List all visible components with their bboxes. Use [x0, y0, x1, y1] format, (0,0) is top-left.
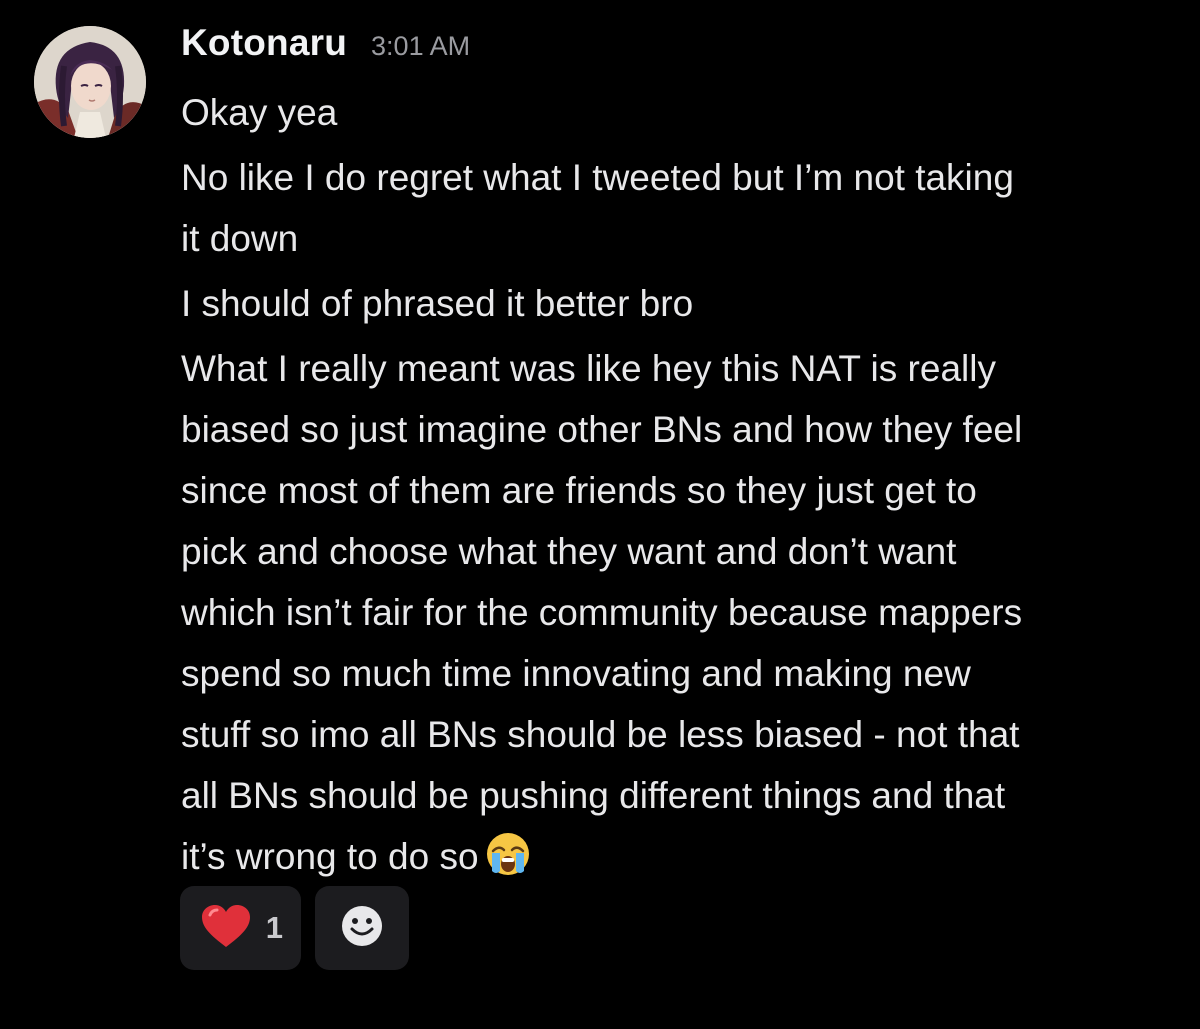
message-line: Okay yea [181, 92, 338, 133]
author-name[interactable]: Kotonaru [181, 22, 347, 64]
chat-message: Kotonaru 3:01 AM Okay yea No like I do r… [0, 0, 1200, 1029]
loudly-crying-face-emoji [485, 831, 531, 877]
message-line: I should of phrased it better bro [181, 283, 694, 324]
message-line-text: What I really meant was like hey this NA… [181, 348, 1023, 877]
heart-reaction-button[interactable]: 1 [180, 886, 301, 970]
add-reaction-button[interactable] [315, 886, 409, 970]
avatar[interactable] [34, 26, 146, 138]
message-content: Okay yea No like I do regret what I twee… [181, 82, 1181, 887]
message-line-with-emoji: What I really meant was like hey this NA… [181, 338, 1181, 887]
reactions-bar: 1 [180, 886, 409, 970]
reaction-count: 1 [265, 910, 283, 945]
add-reaction-smiley-icon [340, 904, 384, 953]
message-header: Kotonaru 3:01 AM [181, 22, 470, 74]
message-line: No like I do regret what I tweeted but I… [181, 157, 1014, 259]
timestamp: 3:01 AM [371, 31, 471, 61]
avatar-image [34, 26, 146, 138]
red-heart-icon [200, 903, 252, 954]
